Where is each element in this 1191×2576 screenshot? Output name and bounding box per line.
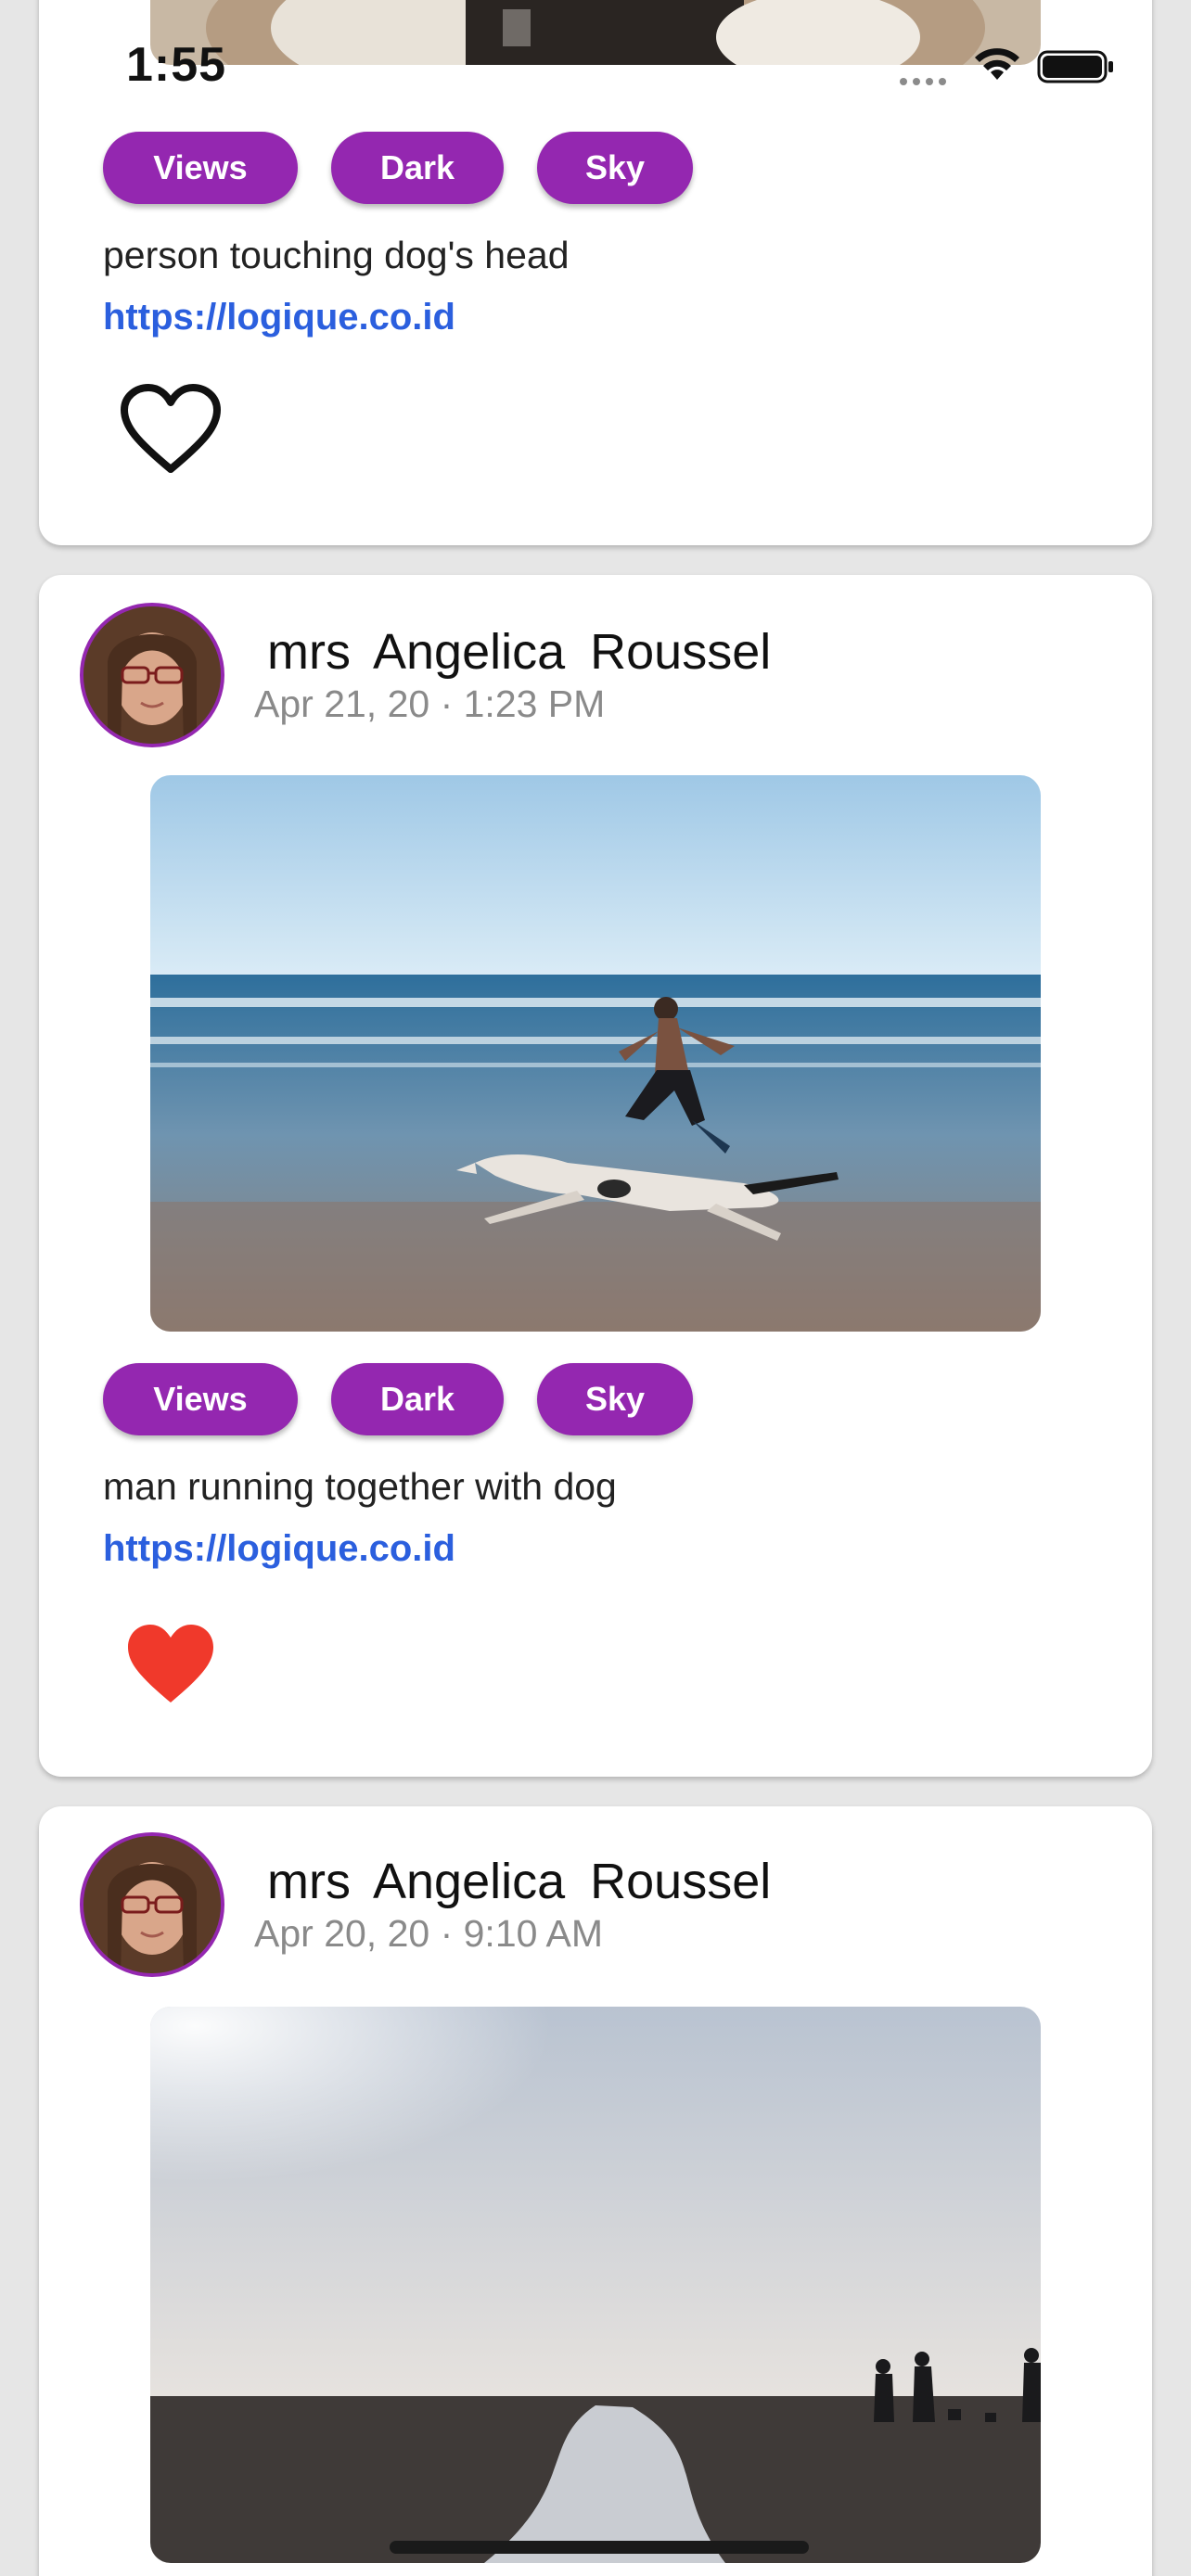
post-date: Apr 21, 20 · 1:23 PM: [254, 682, 606, 725]
post-link[interactable]: https://logique.co.id: [103, 1528, 455, 1570]
post-card[interactable]: mrs Angelica Roussel Apr 21, 20 · 1:23 P…: [39, 575, 1152, 1777]
post-date: Apr 20, 20 · 9:10 AM: [254, 1912, 604, 1955]
status-time: 1:55: [126, 38, 227, 92]
signal-dots-icon: [900, 78, 946, 85]
tag-chip[interactable]: Dark: [331, 1363, 504, 1435]
tag-chip[interactable]: Views: [103, 132, 298, 204]
like-heart-filled-icon[interactable]: [119, 1617, 223, 1710]
author-name: mrs Angelica Roussel: [267, 1854, 772, 1909]
post-link[interactable]: https://logique.co.id: [103, 297, 455, 338]
wifi-icon: [975, 48, 1019, 80]
like-heart-outline-icon[interactable]: [119, 384, 223, 477]
avatar[interactable]: [80, 603, 224, 747]
tag-chip[interactable]: Sky: [537, 132, 693, 204]
screen: 1:55 Views Dark Sky person touching dog'…: [0, 0, 1191, 2576]
home-indicator[interactable]: [390, 2541, 809, 2554]
post-card[interactable]: mrs Angelica Roussel Apr 20, 20 · 9:10 A…: [39, 1806, 1152, 2576]
tag-list: Views Dark Sky: [103, 1363, 693, 1435]
tag-chip[interactable]: Dark: [331, 132, 504, 204]
tag-chip[interactable]: Views: [103, 1363, 298, 1435]
post-image[interactable]: [150, 2007, 1041, 2563]
battery-icon: [1037, 50, 1113, 83]
post-caption: man running together with dog: [103, 1465, 617, 1508]
post-image[interactable]: [150, 775, 1041, 1332]
post-caption: person touching dog's head: [103, 234, 570, 276]
author-name: mrs Angelica Roussel: [267, 624, 772, 680]
status-bar: 1:55: [0, 0, 1191, 130]
tag-list: Views Dark Sky: [103, 132, 693, 204]
tag-chip[interactable]: Sky: [537, 1363, 693, 1435]
avatar[interactable]: [80, 1832, 224, 1977]
